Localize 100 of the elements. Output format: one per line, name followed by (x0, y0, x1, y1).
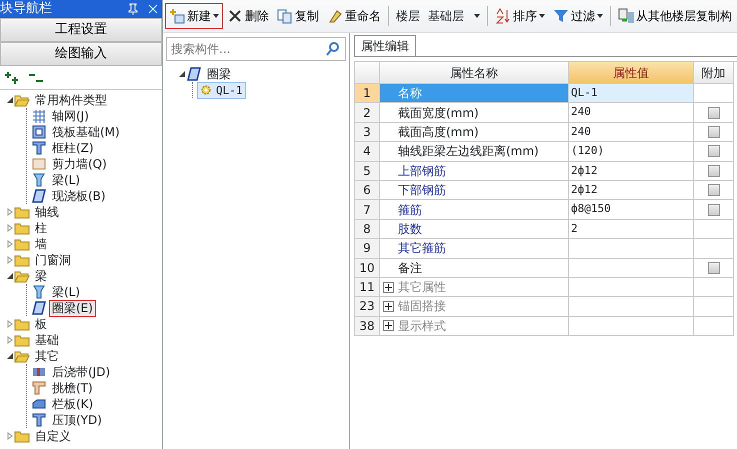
property-value[interactable]: (120) (569, 142, 694, 162)
tree-item[interactable]: 基础 (33, 332, 61, 348)
property-value[interactable]: 2ф12 (569, 162, 694, 181)
search-field[interactable]: 搜索构件... (166, 37, 346, 61)
expand-arrow-icon[interactable] (6, 336, 14, 344)
caret-icon[interactable] (474, 14, 480, 18)
collapse-arrow-icon[interactable] (6, 352, 14, 360)
tree-item[interactable]: 门窗洞 (33, 252, 73, 268)
slab-icon (186, 66, 202, 82)
expand-all-icon[interactable] (4, 70, 20, 84)
column-header: 附加 (694, 62, 734, 84)
section-button[interactable]: 绘图输入 (0, 42, 162, 66)
tab[interactable]: 属性编辑 (354, 35, 416, 56)
tree-item[interactable]: 梁(L) (50, 284, 82, 300)
copy-icon (277, 8, 293, 24)
tree-item[interactable]: 圈梁(E) (50, 300, 95, 316)
eave-icon (31, 380, 47, 396)
beam-icon (31, 172, 47, 188)
property-value[interactable]: 240 (569, 103, 694, 123)
tree-item[interactable]: QL-1 (197, 82, 246, 98)
row-number: 9 (355, 239, 380, 259)
delete-icon (227, 8, 243, 24)
gear-icon (200, 84, 212, 96)
panel-title: 块导航栏 (0, 0, 53, 18)
tree-item[interactable]: 筏板基础(M) (50, 124, 122, 140)
floor-select[interactable]: 基础层 (424, 5, 484, 27)
tree-item[interactable]: 墙 (33, 236, 49, 252)
checkbox[interactable] (708, 145, 720, 158)
property-name: 其它箍筋 (380, 239, 569, 259)
slab-icon (31, 300, 47, 316)
new-icon (169, 8, 185, 24)
expand-icon[interactable] (383, 300, 394, 312)
checkbox[interactable] (708, 184, 720, 196)
search-icon[interactable] (325, 41, 341, 57)
collapse-arrow-icon[interactable] (6, 272, 14, 280)
toolbar-button[interactable]: 新建 (165, 3, 223, 29)
toolbar-button[interactable]: 删除 (223, 3, 273, 29)
tree-item[interactable]: 自定义 (33, 428, 73, 444)
tree-item[interactable]: 剪力墙(Q) (50, 156, 109, 172)
expand-arrow-icon[interactable] (6, 432, 14, 440)
row-number: 5 (355, 162, 380, 181)
column-header: 属性名称 (380, 62, 569, 84)
checkbox[interactable] (708, 126, 720, 138)
property-name: 名称 (380, 84, 569, 104)
collapse-arrow-icon[interactable] (178, 70, 186, 78)
section-button[interactable]: 工程设置 (0, 18, 162, 42)
filter-icon (553, 8, 569, 24)
checkbox[interactable] (708, 106, 720, 119)
close-icon[interactable] (148, 4, 158, 14)
tree-item[interactable]: 常用构件类型 (33, 92, 109, 108)
sort-icon (495, 8, 511, 24)
checkbox[interactable] (708, 204, 720, 216)
toolbar-button[interactable]: 过滤 (549, 3, 607, 29)
tree-item[interactable]: 后浇带(JD) (50, 364, 112, 380)
tree-item[interactable]: 挑檐(T) (50, 380, 95, 396)
checkbox[interactable] (708, 164, 720, 177)
floor-label: 楼层 (395, 8, 421, 25)
tree-item[interactable]: 梁 (33, 268, 49, 284)
slab-icon (31, 188, 47, 204)
tree-item[interactable]: 梁(L) (50, 172, 82, 188)
expand-icon[interactable] (383, 282, 394, 293)
expand-icon[interactable] (383, 320, 394, 332)
tree-item[interactable]: 压顶(YD) (50, 412, 104, 428)
property-value[interactable]: QL-1 (569, 84, 694, 104)
table-cell (694, 316, 734, 336)
expand-arrow-icon[interactable] (6, 320, 14, 328)
tree-item[interactable]: 框柱(Z) (50, 140, 96, 156)
column-header: 属性值 (569, 62, 694, 84)
wall-icon (31, 156, 47, 172)
expand-arrow-icon[interactable] (6, 256, 14, 264)
tree-item[interactable]: 圈梁 (205, 66, 233, 82)
column-icon (31, 140, 47, 156)
collapse-arrow-icon[interactable] (6, 96, 14, 104)
property-value[interactable]: ф8@150 (569, 200, 694, 220)
property-value[interactable]: 2ф12 (569, 180, 694, 200)
property-name: 肢数 (380, 220, 569, 240)
row-number: 7 (355, 200, 380, 220)
expand-arrow-icon[interactable] (6, 240, 14, 248)
caret-icon (539, 14, 545, 18)
row-number: 2 (355, 103, 380, 123)
expand-arrow-icon[interactable] (6, 224, 14, 232)
tree-item[interactable]: 柱 (33, 220, 49, 236)
toolbar-button[interactable]: 排序 (491, 3, 549, 29)
tree-item[interactable]: 轴线 (33, 204, 61, 220)
property-value[interactable]: 2 (569, 220, 694, 240)
row-number: 38 (355, 316, 380, 336)
expand-arrow-icon[interactable] (6, 208, 14, 216)
toolbar-button[interactable]: 从其他楼层复制构 (614, 3, 736, 29)
tree-item[interactable]: 现浇板(B) (50, 188, 108, 204)
toolbar-button[interactable]: 复制 (273, 3, 323, 29)
pin-icon[interactable] (128, 3, 138, 15)
tree-item[interactable]: 栏板(K) (50, 396, 96, 412)
checkbox[interactable] (708, 262, 720, 274)
column-icon (31, 412, 47, 428)
property-value[interactable]: 240 (569, 122, 694, 142)
toolbar-button[interactable]: 重命名 (323, 3, 385, 29)
tree-item[interactable]: 轴网(J) (50, 108, 91, 124)
property-name: 截面高度(mm) (380, 122, 569, 142)
tree-item[interactable]: 板 (33, 316, 49, 332)
tree-item[interactable]: 其它 (33, 348, 61, 364)
